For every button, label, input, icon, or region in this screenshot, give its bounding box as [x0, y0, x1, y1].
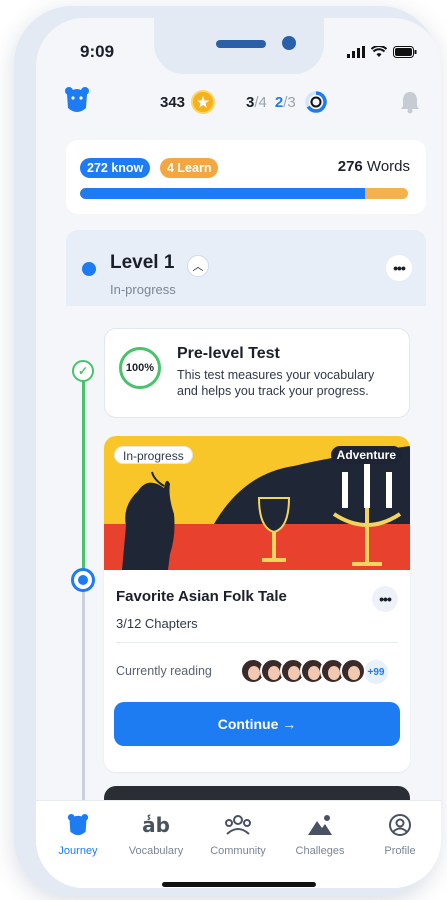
- app-screen: 9:09 343 ★ 3/4 2/3 272 know 4 Learn 276 …: [36, 18, 441, 888]
- level-status-dot: [82, 262, 96, 276]
- currently-reading-label: Currently reading: [116, 664, 212, 678]
- total-words: 276 Words: [337, 158, 410, 175]
- profile-icon: [389, 814, 411, 836]
- status-icons: [347, 46, 417, 58]
- bear-icon: [67, 814, 89, 836]
- check-icon: ✓: [72, 360, 94, 382]
- battery-icon: [393, 46, 417, 58]
- progress-ring-icon: [304, 91, 327, 113]
- tab-label: Challeges: [295, 845, 345, 857]
- mountain-flag-icon: [308, 815, 332, 835]
- bottom-tab-bar: Journey a̾b Vocabulary Community Challeg…: [36, 800, 441, 888]
- phone-frame: 9:09 343 ★ 3/4 2/3 272 know 4 Learn 276 …: [14, 6, 441, 896]
- status-time: 9:09: [80, 42, 115, 61]
- tab-profile[interactable]: Profile: [362, 811, 438, 857]
- avatar: [340, 658, 366, 684]
- divider: [116, 642, 398, 643]
- star-coin-icon: ★: [191, 90, 216, 114]
- tab-journey[interactable]: Journey: [40, 811, 116, 857]
- chapter-progress: 3/12 Chapters: [116, 616, 198, 631]
- learning-words-badge: 4 Learn: [160, 158, 219, 178]
- test-description: This test measures your vocabulary and h…: [177, 368, 375, 398]
- pre-level-test-card[interactable]: 100% Pre-level Test This test measures y…: [104, 328, 410, 418]
- current-step-icon: [71, 568, 95, 592]
- home-indicator: [162, 882, 316, 887]
- level-title: Level 1: [110, 252, 175, 273]
- book-status-tag: In-progress: [114, 446, 193, 464]
- timeline-remaining: [82, 584, 85, 818]
- words-progress-fill: [80, 188, 366, 199]
- reader-avatars[interactable]: +99: [240, 658, 390, 686]
- word-summary-card: 272 know 4 Learn 276 Words: [66, 140, 426, 214]
- tab-community[interactable]: Community: [200, 811, 276, 857]
- signal-icon: [347, 46, 365, 58]
- daily-progress[interactable]: 3/4 2/3: [246, 90, 328, 114]
- test-score-ring: 100%: [119, 347, 161, 389]
- progress-timeline: [82, 370, 85, 818]
- genre-tag: Adventure: [330, 446, 402, 464]
- tab-label: Profile: [384, 845, 416, 857]
- coin-count: 343: [160, 93, 186, 111]
- bell-icon[interactable]: [399, 90, 421, 114]
- progress-count-a: 3/4: [246, 93, 267, 111]
- community-icon: [225, 815, 251, 835]
- chevron-up-icon[interactable]: ︿: [187, 255, 209, 277]
- coin-counter[interactable]: 343 ★: [160, 90, 216, 114]
- bear-logo-icon[interactable]: [64, 86, 90, 114]
- status-bar: 9:09: [36, 42, 441, 66]
- book-more-button[interactable]: •••: [372, 586, 398, 612]
- tab-label: Vocabulary: [128, 845, 184, 857]
- more-readers-count: +99: [362, 658, 390, 686]
- tab-vocabulary[interactable]: a̾b Vocabulary: [118, 811, 194, 857]
- book-title: Favorite Asian Folk Tale: [116, 588, 287, 605]
- continue-button[interactable]: Continue →: [114, 702, 400, 746]
- tab-label: Journey: [58, 845, 98, 857]
- progress-count-b: 2/3: [274, 93, 296, 111]
- top-bar: 343 ★ 3/4 2/3: [36, 84, 441, 124]
- wifi-icon: [371, 46, 387, 57]
- words-progress-bar: [80, 188, 408, 199]
- level-header[interactable]: Level 1 ︿ In-progress •••: [66, 230, 426, 306]
- book-card[interactable]: In-progress Adventure Favorite Asian Fol…: [104, 436, 410, 772]
- known-words-badge: 272 know: [80, 158, 151, 178]
- vocabulary-icon: a̾b: [142, 813, 170, 837]
- level-status: In-progress: [110, 282, 176, 297]
- tab-challenges[interactable]: Challeges: [282, 811, 358, 857]
- level-more-button[interactable]: •••: [386, 255, 412, 281]
- test-title: Pre-level Test: [177, 345, 280, 362]
- tab-label: Community: [210, 845, 266, 857]
